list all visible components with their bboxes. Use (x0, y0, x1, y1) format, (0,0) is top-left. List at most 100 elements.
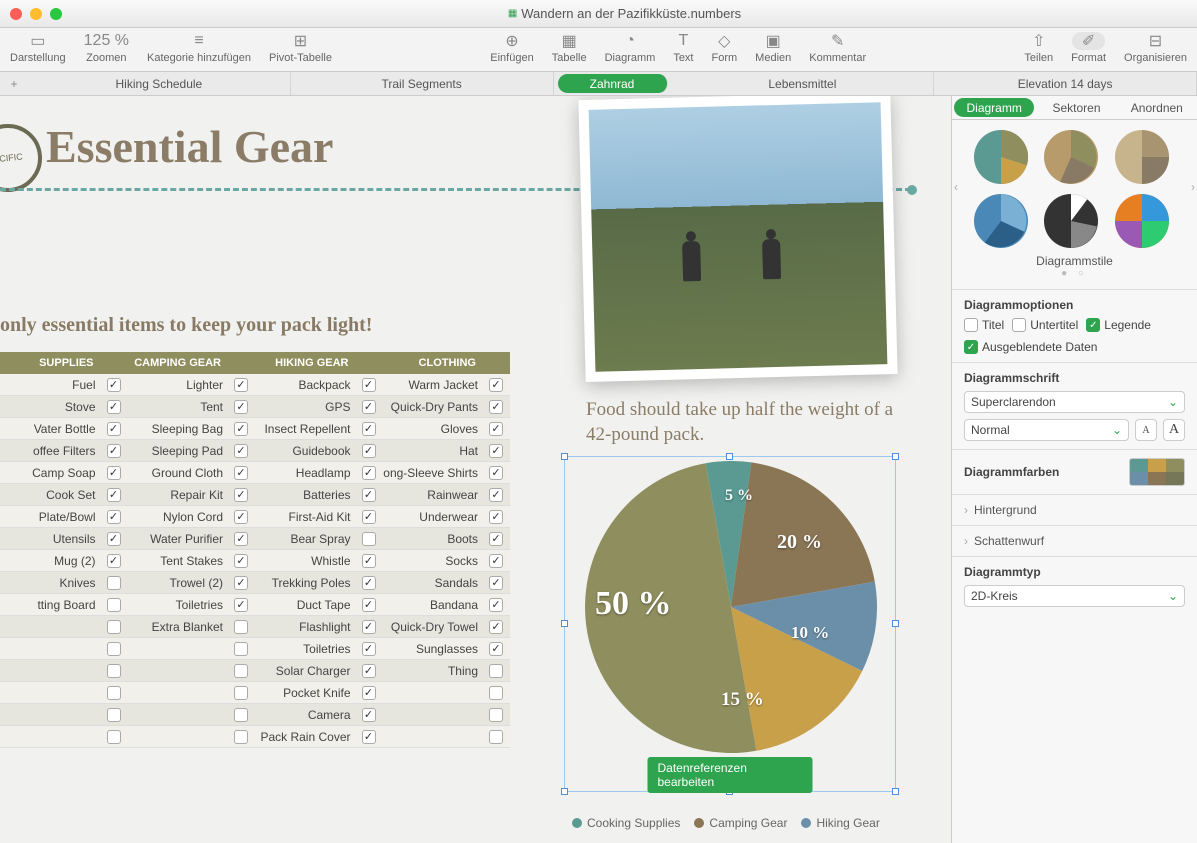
checkbox[interactable] (100, 660, 128, 681)
checkbox[interactable]: ✓ (482, 440, 510, 461)
table-cell[interactable]: Insect Repellent (255, 418, 355, 439)
table-cell[interactable]: Quick-Dry Pants (383, 396, 483, 417)
checkbox[interactable]: ✓ (227, 528, 255, 549)
checkbox[interactable]: ✓ (355, 484, 383, 505)
table-cell[interactable]: Repair Kit (128, 484, 228, 505)
checkbox[interactable]: ✓ (100, 506, 128, 527)
table-cell[interactable]: Batteries (255, 484, 355, 505)
chart-button[interactable]: ◔Diagramm (605, 32, 656, 64)
gear-table[interactable]: SUPPLIES CAMPING GEAR HIKING GEAR CLOTHI… (0, 352, 510, 748)
checkbox[interactable]: ✓ (482, 396, 510, 417)
font-smaller-button[interactable]: A (1135, 419, 1157, 441)
checkbox[interactable]: ✓ (355, 682, 383, 703)
checkbox[interactable] (100, 594, 128, 615)
table-button[interactable]: ▦Tabelle (552, 32, 587, 64)
checkbox[interactable]: ✓ (100, 550, 128, 571)
checkbox[interactable] (227, 638, 255, 659)
table-cell[interactable] (0, 616, 100, 637)
table-row[interactable]: Utensils✓Water Purifier✓Bear SprayBoots✓ (0, 528, 510, 550)
checkbox[interactable]: ✓ (482, 374, 510, 395)
table-cell[interactable]: Whistle (255, 550, 355, 571)
table-cell[interactable]: Quick-Dry Towel (383, 616, 483, 637)
checkbox[interactable]: ✓ (227, 572, 255, 593)
checkbox[interactable]: ✓ (355, 660, 383, 681)
style-preset[interactable] (974, 194, 1028, 248)
table-cell[interactable]: GPS (255, 396, 355, 417)
checkbox[interactable] (227, 704, 255, 725)
checkbox[interactable] (100, 638, 128, 659)
share-button[interactable]: ⇧Teilen (1024, 32, 1053, 64)
resize-handle[interactable] (561, 620, 568, 627)
table-cell[interactable]: Hat (383, 440, 483, 461)
sheet-tab-trail[interactable]: Trail Segments (291, 72, 554, 95)
table-row[interactable]: Camera✓ (0, 704, 510, 726)
resize-handle[interactable] (561, 453, 568, 460)
sidebar-tab-diagramm[interactable]: Diagramm (954, 98, 1034, 117)
table-row[interactable]: Fuel✓Lighter✓Backpack✓Warm Jacket✓ (0, 374, 510, 396)
checkbox[interactable] (355, 528, 383, 549)
edit-data-references-button[interactable]: Datenreferenzen bearbeiten (648, 757, 813, 793)
checkbox[interactable]: ✓ (482, 594, 510, 615)
fullscreen-icon[interactable] (50, 8, 62, 20)
checkbox[interactable] (100, 704, 128, 725)
checkbox[interactable]: ✓ (100, 462, 128, 483)
table-row[interactable]: Stove✓Tent✓GPS✓Quick-Dry Pants✓ (0, 396, 510, 418)
table-row[interactable]: Toiletries✓Sunglasses✓ (0, 638, 510, 660)
option-legend[interactable]: ✓Legende (1086, 318, 1151, 332)
chart-type-select[interactable]: 2D-Kreis (964, 585, 1185, 607)
checkbox[interactable]: ✓ (355, 396, 383, 417)
checkbox[interactable]: ✓ (100, 374, 128, 395)
table-cell[interactable]: Extra Blanket (128, 616, 228, 637)
checkbox[interactable]: ✓ (227, 462, 255, 483)
table-cell[interactable]: Sunglasses (383, 638, 483, 659)
hero-photo[interactable] (578, 96, 897, 382)
shadow-disclosure[interactable]: Schattenwurf (952, 525, 1197, 556)
sheet-tab-lebensmittel[interactable]: Lebensmittel (672, 72, 935, 95)
close-icon[interactable] (10, 8, 22, 20)
text-button[interactable]: TText (673, 32, 693, 64)
table-cell[interactable]: Guidebook (255, 440, 355, 461)
resize-handle[interactable] (561, 788, 568, 795)
table-cell[interactable]: Camp Soap (0, 462, 100, 483)
resize-handle[interactable] (726, 453, 733, 460)
font-larger-button[interactable]: A (1163, 419, 1185, 441)
table-row[interactable]: tting BoardToiletries✓Duct Tape✓Bandana✓ (0, 594, 510, 616)
checkbox[interactable]: ✓ (355, 506, 383, 527)
table-cell[interactable]: Pack Rain Cover (255, 726, 355, 747)
checkbox[interactable] (482, 660, 510, 681)
table-cell[interactable] (128, 726, 228, 747)
table-cell[interactable]: Warm Jacket (383, 374, 483, 395)
table-cell[interactable] (128, 660, 228, 681)
sheet-tab-zahnrad[interactable]: Zahnrad (558, 74, 668, 93)
checkbox[interactable]: ✓ (227, 396, 255, 417)
table-row[interactable]: Plate/Bowl✓Nylon Cord✓First-Aid Kit✓Unde… (0, 506, 510, 528)
table-row[interactable]: Extra BlanketFlashlight✓Quick-Dry Towel✓ (0, 616, 510, 638)
table-cell[interactable]: Underwear (383, 506, 483, 527)
checkbox[interactable]: ✓ (355, 440, 383, 461)
resize-handle[interactable] (892, 620, 899, 627)
table-cell[interactable]: Vater Bottle (0, 418, 100, 439)
resize-handle[interactable] (892, 453, 899, 460)
table-cell[interactable]: Nylon Cord (128, 506, 228, 527)
view-button[interactable]: ▭Darstellung (10, 32, 66, 64)
table-cell[interactable] (128, 638, 228, 659)
comment-button[interactable]: ✎Kommentar (809, 32, 866, 64)
table-cell[interactable]: Boots (383, 528, 483, 549)
table-cell[interactable]: Solar Charger (255, 660, 355, 681)
checkbox[interactable]: ✓ (482, 550, 510, 571)
table-cell[interactable]: Duct Tape (255, 594, 355, 615)
table-cell[interactable]: Knives (0, 572, 100, 593)
table-cell[interactable]: Backpack (255, 374, 355, 395)
option-title[interactable]: Titel (964, 318, 1004, 332)
checkbox[interactable]: ✓ (482, 418, 510, 439)
table-cell[interactable]: Cook Set (0, 484, 100, 505)
checkbox[interactable] (482, 704, 510, 725)
checkbox[interactable]: ✓ (100, 528, 128, 549)
shape-button[interactable]: ◇Form (712, 32, 738, 64)
resize-handle[interactable] (892, 788, 899, 795)
table-cell[interactable]: Gloves (383, 418, 483, 439)
checkbox[interactable]: ✓ (482, 484, 510, 505)
table-cell[interactable]: Sleeping Pad (128, 440, 228, 461)
table-cell[interactable]: Water Purifier (128, 528, 228, 549)
sheet-tab-elevation[interactable]: Elevation 14 days (934, 72, 1197, 95)
